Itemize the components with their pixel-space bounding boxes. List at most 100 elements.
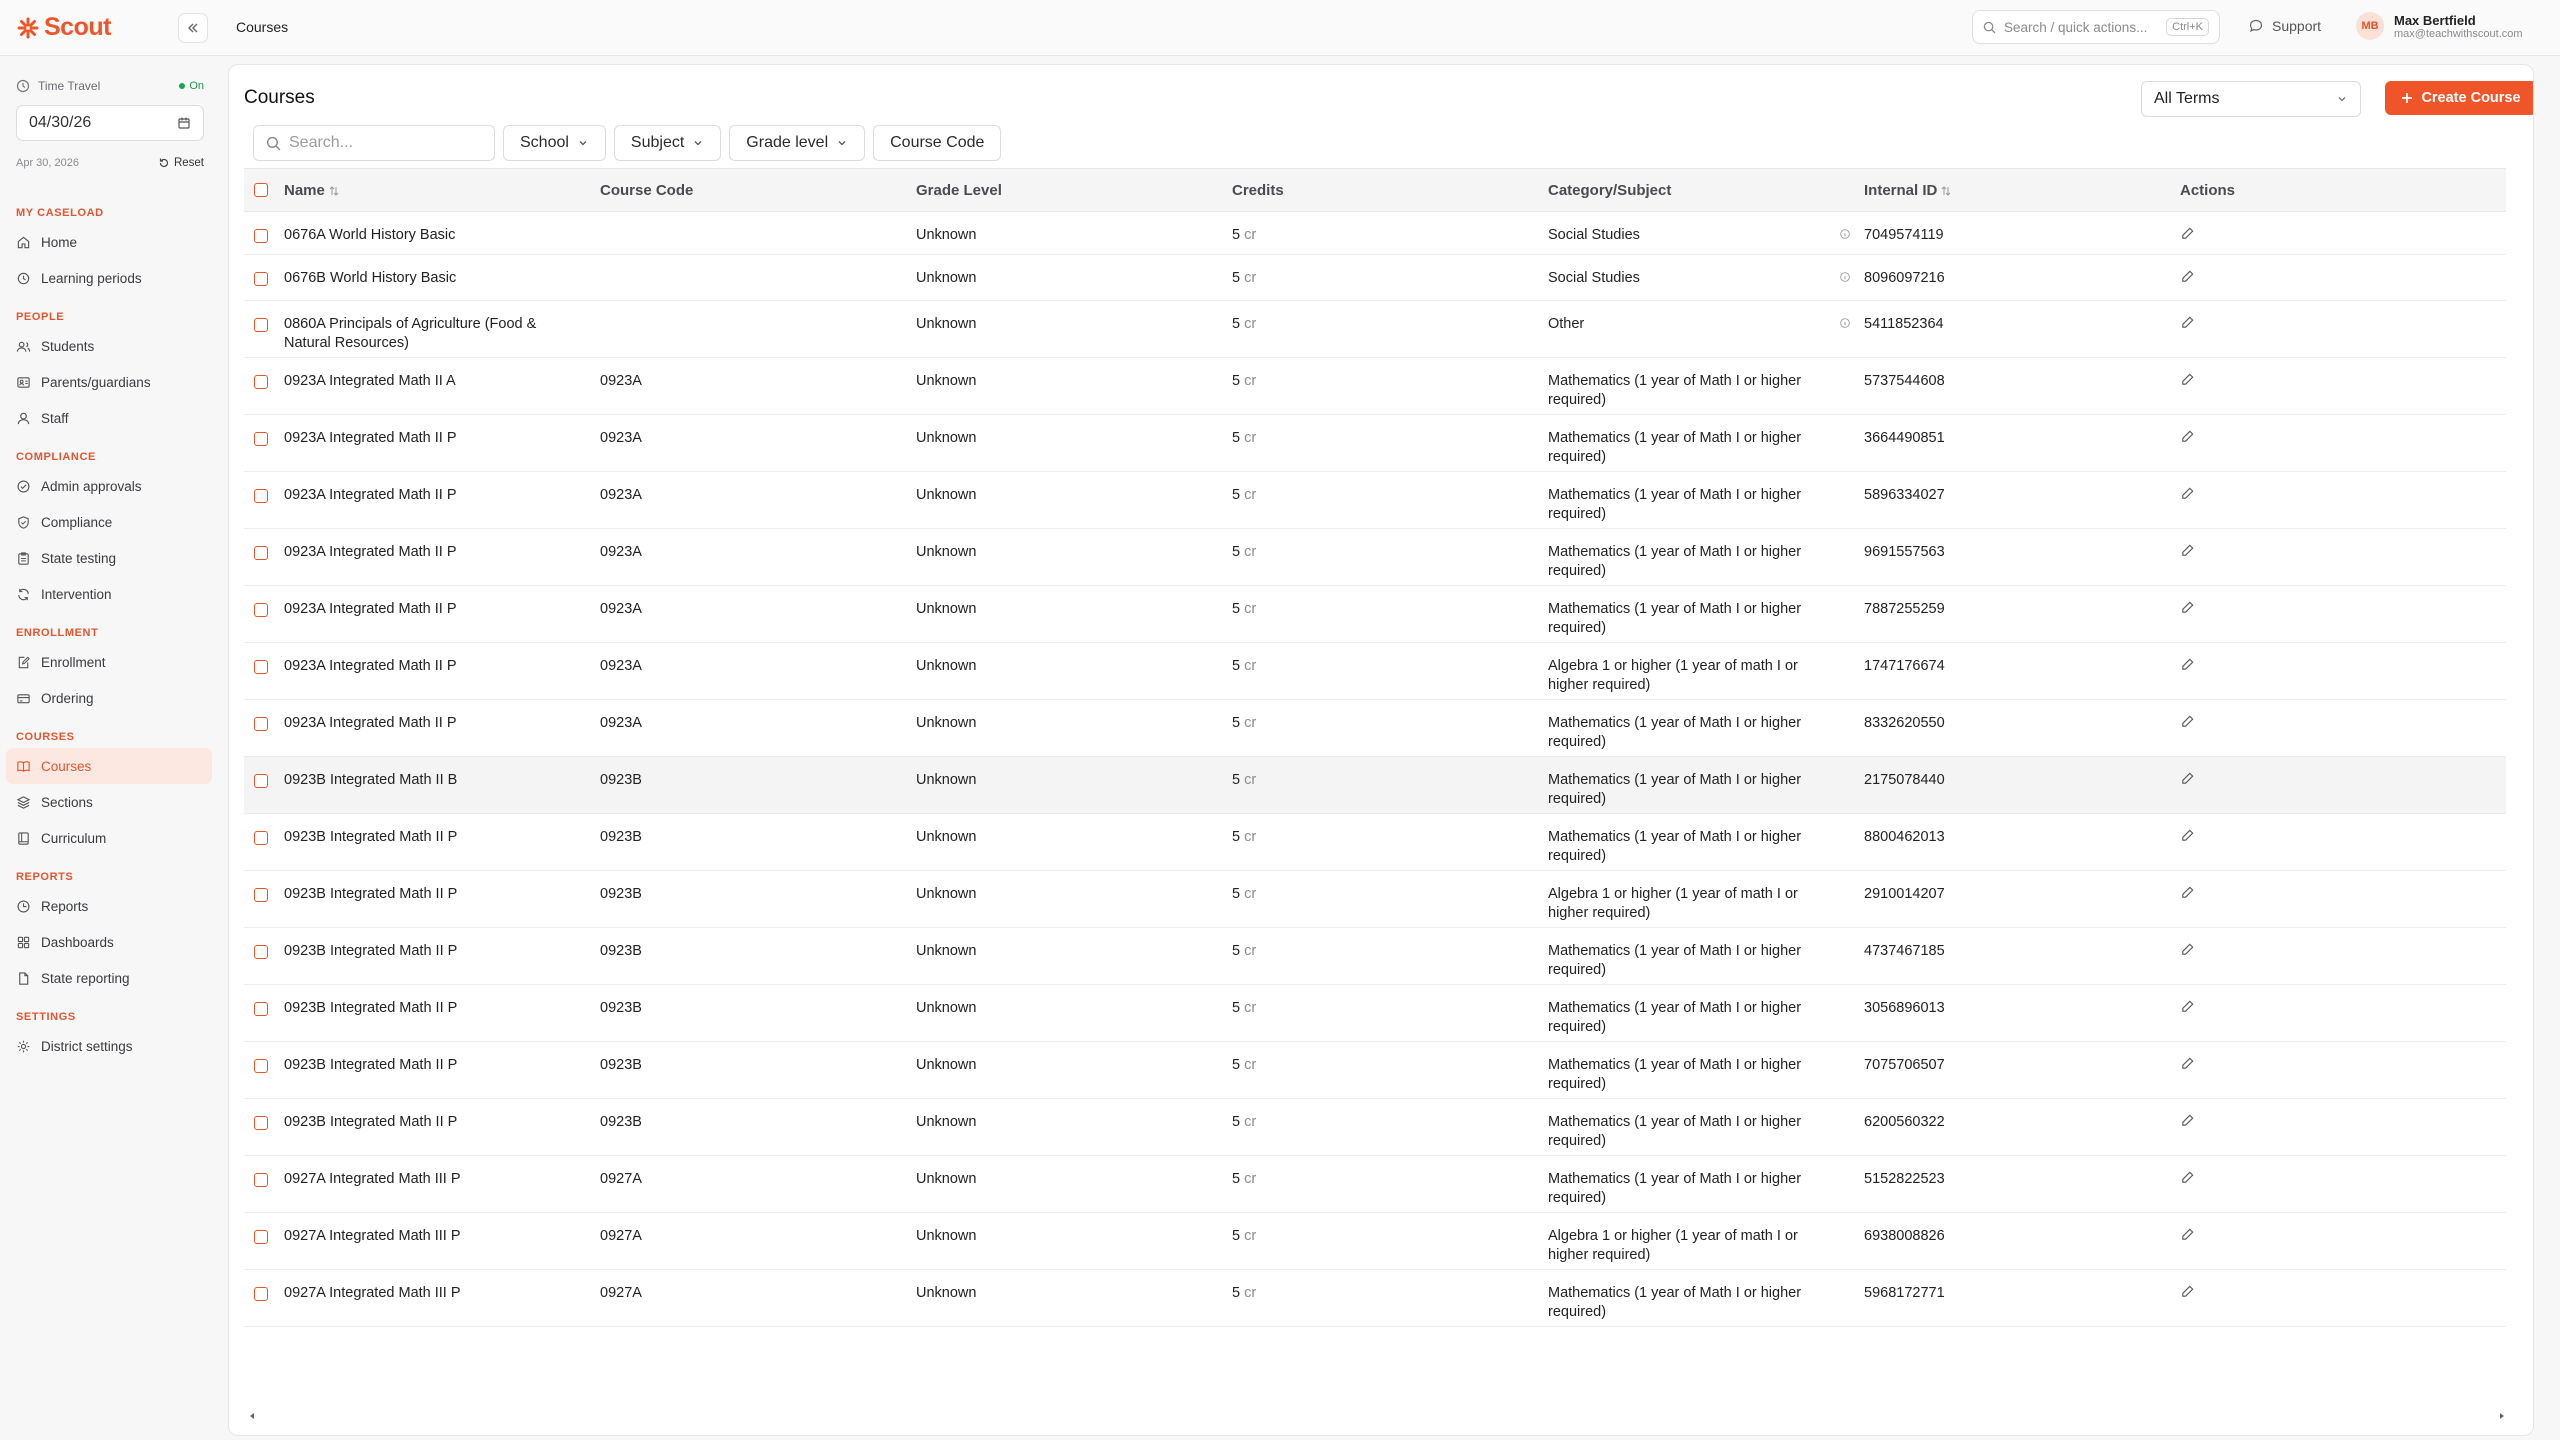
edit-pencil-icon[interactable]	[2180, 828, 2195, 843]
sidebar-item-compliance[interactable]: Compliance	[6, 504, 212, 540]
horizontal-scrollbar[interactable]	[247, 1411, 2507, 1421]
table-row[interactable]: 0860A Principals of Agriculture (Food & …	[244, 301, 2506, 358]
table-row[interactable]: 0923A Integrated Math II P 0923A Unknown 5 …	[244, 643, 2506, 700]
table-row[interactable]: 0923B Integrated Math II P 0923B Unknown 5 …	[244, 1042, 2506, 1099]
edit-pencil-icon[interactable]	[2180, 657, 2195, 672]
select-all-checkbox[interactable]	[254, 183, 268, 197]
info-icon[interactable]	[1838, 315, 1852, 329]
collapse-sidebar-button[interactable]	[178, 13, 208, 43]
edit-pencil-icon[interactable]	[2180, 1113, 2195, 1128]
table-row[interactable]: 0923A Integrated Math II A 0923A Unknown 5 …	[244, 358, 2506, 415]
edit-pencil-icon[interactable]	[2180, 429, 2195, 444]
row-checkbox[interactable]	[254, 1287, 268, 1301]
create-course-button[interactable]: Create Course	[2385, 81, 2533, 115]
filter-subject[interactable]: Subject	[613, 125, 722, 161]
col-name[interactable]: Name	[284, 181, 600, 200]
filter-course-code[interactable]: Course Code	[873, 125, 1002, 161]
row-checkbox[interactable]	[254, 546, 268, 560]
sidebar-item-state-reporting[interactable]: State reporting	[6, 960, 212, 996]
sidebar-item-ordering[interactable]: Ordering	[6, 680, 212, 716]
table-row[interactable]: 0927A Integrated Math III P 0927A Unknown 5…	[244, 1156, 2506, 1213]
table-row[interactable]: 0923B Integrated Math II P 0923B Unknown 5 …	[244, 871, 2506, 928]
table-row[interactable]: 0923B Integrated Math II B 0923B Unknown 5 …	[244, 757, 2506, 814]
time-travel-date-input[interactable]: 04/30/26	[16, 105, 204, 141]
course-search-input[interactable]: Search...	[253, 125, 495, 161]
table-row[interactable]: 0927A Integrated Math III P 0927A Unknown 5…	[244, 1213, 2506, 1270]
row-checkbox[interactable]	[254, 660, 268, 674]
scout-logo[interactable]: Scout	[16, 13, 111, 42]
row-checkbox[interactable]	[254, 432, 268, 446]
table-row[interactable]: 0927A Integrated Math III P 0927A Unknown 5…	[244, 1270, 2506, 1327]
edit-pencil-icon[interactable]	[2180, 714, 2195, 729]
scroll-right-arrow-icon[interactable]	[2497, 1411, 2507, 1421]
edit-pencil-icon[interactable]	[2180, 315, 2195, 330]
table-row[interactable]: 0923A Integrated Math II P 0923A Unknown 5 …	[244, 700, 2506, 757]
edit-pencil-icon[interactable]	[2180, 226, 2195, 241]
edit-pencil-icon[interactable]	[2180, 269, 2195, 284]
row-checkbox[interactable]	[254, 945, 268, 959]
edit-pencil-icon[interactable]	[2180, 771, 2195, 786]
scroll-left-arrow-icon[interactable]	[247, 1411, 257, 1421]
edit-pencil-icon[interactable]	[2180, 486, 2195, 501]
time-travel-status[interactable]: On	[179, 80, 204, 92]
table-row[interactable]: 0923A Integrated Math II P 0923A Unknown 5 …	[244, 586, 2506, 643]
sidebar-item-district-settings[interactable]: District settings	[6, 1028, 212, 1064]
reset-button[interactable]: Reset	[158, 157, 204, 169]
edit-pencil-icon[interactable]	[2180, 543, 2195, 558]
sidebar-item-curriculum[interactable]: Curriculum	[6, 820, 212, 856]
edit-pencil-icon[interactable]	[2180, 942, 2195, 957]
table-row[interactable]: 0923A Integrated Math II P 0923A Unknown 5 …	[244, 415, 2506, 472]
row-checkbox[interactable]	[254, 717, 268, 731]
row-checkbox[interactable]	[254, 1230, 268, 1244]
table-row[interactable]: 0923A Integrated Math II P 0923A Unknown 5 …	[244, 529, 2506, 586]
edit-pencil-icon[interactable]	[2180, 1170, 2195, 1185]
row-checkbox[interactable]	[254, 1116, 268, 1130]
row-checkbox[interactable]	[254, 1173, 268, 1187]
filter-school[interactable]: School	[503, 125, 606, 161]
info-icon[interactable]	[1838, 226, 1852, 240]
table-row[interactable]: 0923B Integrated Math II P 0923B Unknown 5 …	[244, 928, 2506, 985]
col-internal-id[interactable]: Internal ID	[1864, 181, 2180, 200]
table-row[interactable]: 0923B Integrated Math II P 0923B Unknown 5 …	[244, 814, 2506, 871]
sidebar-item-state-testing[interactable]: State testing	[6, 540, 212, 576]
row-checkbox[interactable]	[254, 375, 268, 389]
terms-select[interactable]: All Terms	[2141, 81, 2361, 117]
table-row[interactable]: 0923B Integrated Math II P 0923B Unknown 5 …	[244, 1099, 2506, 1156]
global-search-input[interactable]: Search / quick actions... Ctrl+K	[1972, 10, 2220, 44]
row-checkbox[interactable]	[254, 272, 268, 286]
sidebar-item-intervention[interactable]: Intervention	[6, 576, 212, 612]
row-checkbox[interactable]	[254, 1002, 268, 1016]
edit-pencil-icon[interactable]	[2180, 885, 2195, 900]
sidebar-item-admin-approvals[interactable]: Admin approvals	[6, 468, 212, 504]
row-checkbox[interactable]	[254, 489, 268, 503]
row-checkbox[interactable]	[254, 229, 268, 243]
sort-icon[interactable]	[329, 185, 339, 197]
row-checkbox[interactable]	[254, 831, 268, 845]
table-row[interactable]: 0923A Integrated Math II P 0923A Unknown 5 …	[244, 472, 2506, 529]
edit-pencil-icon[interactable]	[2180, 1227, 2195, 1242]
row-checkbox[interactable]	[254, 318, 268, 332]
sidebar-item-enrollment[interactable]: Enrollment	[6, 644, 212, 680]
sort-icon[interactable]	[1941, 185, 1951, 197]
edit-pencil-icon[interactable]	[2180, 372, 2195, 387]
sidebar-item-courses[interactable]: Courses	[6, 748, 212, 784]
edit-pencil-icon[interactable]	[2180, 1056, 2195, 1071]
row-checkbox[interactable]	[254, 888, 268, 902]
edit-pencil-icon[interactable]	[2180, 999, 2195, 1014]
row-checkbox[interactable]	[254, 1059, 268, 1073]
calendar-icon[interactable]	[177, 116, 191, 130]
sidebar-item-dashboards[interactable]: Dashboards	[6, 924, 212, 960]
row-checkbox[interactable]	[254, 774, 268, 788]
edit-pencil-icon[interactable]	[2180, 600, 2195, 615]
sidebar-item-staff[interactable]: Staff	[6, 400, 212, 436]
sidebar-item-parents-guardians[interactable]: Parents/guardians	[6, 364, 212, 400]
user-menu[interactable]: MB Max Bertfield max@teachwithscout.com	[2356, 12, 2523, 40]
sidebar-item-reports[interactable]: Reports	[6, 888, 212, 924]
sidebar-item-learning-periods[interactable]: Learning periods	[6, 260, 212, 296]
edit-pencil-icon[interactable]	[2180, 1284, 2195, 1299]
info-icon[interactable]	[1838, 269, 1852, 283]
table-row[interactable]: 0676A World History Basic Unknown 5 cr Soci…	[244, 212, 2506, 255]
sidebar-item-students[interactable]: Students	[6, 328, 212, 364]
sidebar-item-home[interactable]: Home	[6, 224, 212, 260]
row-checkbox[interactable]	[254, 603, 268, 617]
